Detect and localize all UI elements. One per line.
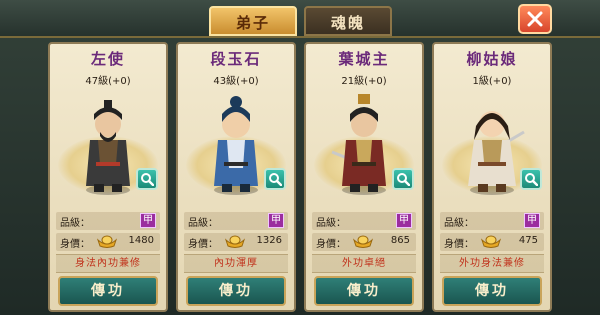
gold-ingot-icon xyxy=(352,235,374,248)
price-value: 475 xyxy=(518,235,538,246)
grade-row: 品級： 甲 xyxy=(440,212,544,230)
grade-badge: 甲 xyxy=(524,213,540,228)
grade-label: 品級： xyxy=(188,218,218,229)
price-row: 身價： 1480 xyxy=(56,233,160,251)
disciple-card: 段玉石 43級(+0) 品級： 甲 身價： 1326 內功渾厚 傳功 xyxy=(176,42,296,312)
close-button[interactable] xyxy=(518,4,552,34)
disciple-name: 葉城主 xyxy=(338,50,390,68)
grade-label: 品級： xyxy=(316,218,346,229)
trait-text: 外功卓絕 xyxy=(312,254,416,273)
disciple-figure xyxy=(468,111,525,195)
grade-label: 品級： xyxy=(60,218,90,229)
disciple-figure xyxy=(86,100,130,195)
transfer-button[interactable]: 傳功 xyxy=(442,276,542,306)
grade-row: 品級： 甲 xyxy=(184,212,288,230)
price-value: 1480 xyxy=(128,235,154,246)
magnifier-icon xyxy=(269,173,282,186)
inspect-button[interactable] xyxy=(520,168,542,190)
disciple-level: 21級(+0) xyxy=(341,76,387,87)
disciple-name: 柳姑娘 xyxy=(466,50,518,68)
disciple-panel: 弟子 魂魄 左使 47級(+0) 品級： 甲 身價： 1480 身法內功兼修 傳… xyxy=(0,0,600,315)
price-label: 身價： xyxy=(316,239,346,250)
inspect-button[interactable] xyxy=(264,168,286,190)
transfer-button[interactable]: 傳功 xyxy=(186,276,286,306)
transfer-button[interactable]: 傳功 xyxy=(58,276,158,306)
grade-row: 品級： 甲 xyxy=(56,212,160,230)
grade-badge: 甲 xyxy=(396,213,412,228)
price-label: 身價： xyxy=(444,239,474,250)
magnifier-icon xyxy=(525,173,538,186)
price-value: 865 xyxy=(390,235,410,246)
disciple-figure xyxy=(214,96,258,195)
grade-badge: 甲 xyxy=(268,213,284,228)
trait-text: 身法內功兼修 xyxy=(56,254,160,273)
transfer-button[interactable]: 傳功 xyxy=(314,276,414,306)
disciple-figure xyxy=(331,94,386,195)
trait-text: 外功身法兼修 xyxy=(440,254,544,273)
gold-ingot-icon xyxy=(224,235,246,248)
price-value: 1326 xyxy=(256,235,282,246)
price-label: 身價： xyxy=(188,239,218,250)
disciple-level: 43級(+0) xyxy=(213,76,259,87)
grade-row: 品級： 甲 xyxy=(312,212,416,230)
tab-disciples[interactable]: 弟子 xyxy=(209,6,297,36)
inspect-button[interactable] xyxy=(136,168,158,190)
grade-badge: 甲 xyxy=(140,213,156,228)
disciple-card: 柳姑娘 1級(+0) 品級： 甲 身價： 475 外功身法兼修 傳功 xyxy=(432,42,552,312)
price-row: 身價： 475 xyxy=(440,233,544,251)
grade-label: 品級： xyxy=(444,218,474,229)
disciple-level: 47級(+0) xyxy=(85,76,131,87)
price-label: 身價： xyxy=(60,239,90,250)
trait-text: 內功渾厚 xyxy=(184,254,288,273)
gold-ingot-icon xyxy=(96,235,118,248)
disciple-card: 左使 47級(+0) 品級： 甲 身價： 1480 身法內功兼修 傳功 xyxy=(48,42,168,312)
close-icon xyxy=(527,11,543,27)
magnifier-icon xyxy=(141,173,154,186)
inspect-button[interactable] xyxy=(392,168,414,190)
magnifier-icon xyxy=(397,173,410,186)
disciple-level: 1級(+0) xyxy=(472,76,512,87)
price-row: 身價： 1326 xyxy=(184,233,288,251)
tab-soul[interactable]: 魂魄 xyxy=(304,6,392,36)
gold-ingot-icon xyxy=(480,235,502,248)
top-bar: 弟子 魂魄 xyxy=(0,0,600,38)
disciple-card: 葉城主 21級(+0) 品級： 甲 身價： 865 外功卓絕 傳功 xyxy=(304,42,424,312)
price-row: 身價： 865 xyxy=(312,233,416,251)
disciple-name: 左使 xyxy=(90,50,125,68)
disciple-name: 段玉石 xyxy=(210,50,262,68)
